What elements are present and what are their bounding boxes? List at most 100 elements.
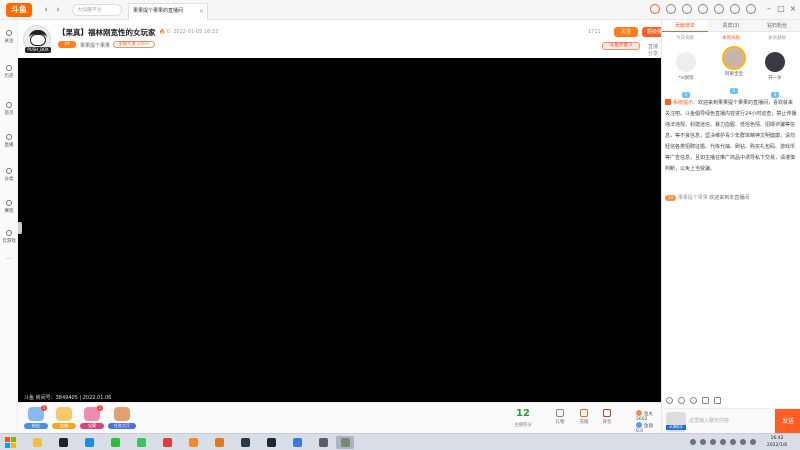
chat-input[interactable]: 这里输入聊天内容 (689, 414, 769, 428)
taskbar-app-app-active[interactable] (336, 436, 354, 449)
tab-close-icon[interactable]: × (199, 4, 204, 19)
user-level-pill: 14 (665, 195, 677, 201)
room-title: 【果真】福林刚宽性的女玩家 (58, 28, 156, 37)
backpack-label: 背包 (602, 420, 612, 425)
volume-icon[interactable] (740, 439, 746, 445)
taskbar-app-qq[interactable] (80, 436, 98, 449)
subtab-week[interactable]: 本周贡献 (708, 35, 754, 41)
fan-rank-1[interactable]: 阿果宝宝 2 (714, 48, 754, 96)
close-button[interactable]: × (788, 3, 798, 15)
fan-avatar (724, 48, 744, 68)
sidebar-item-schedule[interactable]: 赛程 (0, 200, 18, 214)
tray-app-icon[interactable] (710, 439, 716, 445)
download-icon[interactable] (666, 4, 676, 14)
video-watermark: 斗鱼 房间号：3849405 | 2022.01.06 (24, 395, 112, 401)
room-tag[interactable]: 主播大厦 100+ (113, 41, 155, 48)
taskbar-app-explorer[interactable] (28, 436, 46, 449)
app-icon (162, 438, 172, 447)
tab-diamond-fans[interactable]: 钻石粉丝 (754, 20, 800, 32)
subtab-total[interactable]: 总贡献榜 (754, 35, 800, 41)
tray-app-icon[interactable] (700, 439, 706, 445)
minimize-button[interactable]: – (764, 3, 774, 15)
maximize-button[interactable]: □ (776, 3, 786, 15)
back-button[interactable]: ‹ (40, 4, 52, 16)
sidebar-item-history[interactable]: 历史 (0, 65, 18, 79)
chat-message: 14 果果提个果果 欢迎来到本直播间 (665, 194, 797, 201)
chat-username[interactable]: 果果提个果果 (678, 195, 708, 201)
gift-icon (556, 409, 564, 417)
gift-item-chest[interactable]: 宝箱 (52, 407, 76, 429)
sidebar-label: 直播 (4, 143, 14, 148)
tab-contribution[interactable]: 贡献榜单 (662, 20, 708, 32)
user-icon[interactable] (698, 4, 708, 14)
gift-label: 宝箱 (52, 423, 76, 429)
assistant-avatar[interactable]: 水滴助手 (666, 412, 686, 432)
room-category[interactable]: 果果提个果果 (80, 42, 110, 49)
notification-badge: 5 (41, 405, 47, 411)
taskbar-app-netease[interactable] (158, 436, 176, 449)
gift-item-task-hall[interactable]: 任务大厅 (108, 407, 136, 429)
sidebar-item-follow[interactable]: 关注 (0, 30, 18, 44)
bell-icon[interactable] (650, 4, 660, 14)
sidebar-item-cloud-game[interactable]: 云游戏 (0, 230, 18, 244)
box-icon[interactable] (730, 4, 740, 14)
gift-button[interactable]: 礼物 (553, 409, 567, 425)
subtab-today[interactable]: 今日贡献 (662, 35, 708, 41)
yuwan-balance: 鱼丸 2602 (636, 410, 661, 422)
mail-icon[interactable] (682, 4, 692, 14)
sidebar-label: 云游戏 (2, 239, 16, 244)
sidebar-item-live[interactable]: 直播 (0, 134, 18, 148)
network-icon[interactable] (730, 439, 736, 445)
taskbar-app-steam[interactable] (262, 436, 280, 449)
search-input[interactable]: 大仙魔平台 (72, 4, 122, 16)
sidebar-item-category[interactable]: 分类 (0, 168, 18, 182)
taskbar-app-wechat[interactable] (106, 436, 124, 449)
send-button[interactable]: 发送 (775, 409, 800, 434)
follow-button[interactable]: 关注 (614, 27, 638, 37)
input-method-icon[interactable] (750, 439, 756, 445)
sidebar-label: 首页 (4, 111, 14, 116)
fan-rank-2[interactable]: *ni悦玩 1 (666, 52, 706, 100)
lock-icon[interactable] (714, 397, 721, 404)
video-player[interactable]: 斗鱼 房间号：3849405 | 2022.01.06 (18, 58, 661, 402)
fan-avatar (765, 52, 785, 72)
taskbar-app-app-orange2[interactable] (210, 436, 228, 449)
windows-logo-icon (11, 443, 16, 448)
fan-name: *ni悦玩 (678, 76, 694, 81)
tab-vip[interactable]: 贵宾(3) (708, 20, 754, 32)
fans-badge[interactable]: 斗鱼大使 2 (602, 42, 640, 50)
taskbar-app-app-green[interactable] (132, 436, 150, 449)
gift-item-treasure[interactable]: 宝藏 2 (80, 405, 104, 429)
title-bar: 斗鱼 ‹ › 大仙魔平台 果果提个果果的直播间 × – □ × (0, 0, 800, 20)
shield-icon[interactable] (702, 397, 709, 404)
color-danmu-icon[interactable] (678, 397, 685, 404)
emoji-icon[interactable] (666, 397, 673, 404)
taskbar-clock[interactable]: 16:42 2022/1/6 (760, 435, 794, 449)
share-link[interactable]: 直播分享 (648, 43, 661, 57)
sidebar-collapse-handle[interactable] (18, 222, 22, 234)
douyu-logo[interactable]: 斗鱼 (6, 3, 32, 17)
sidebar-more-icon[interactable]: ··· (0, 256, 18, 263)
forward-button[interactable]: › (52, 4, 64, 16)
taskbar-app-app-orange[interactable] (184, 436, 202, 449)
tab-live-room[interactable]: 果果提个果果的直播间 × (128, 3, 208, 20)
app-icon (240, 438, 250, 447)
fan-rank-3[interactable]: 开一岁 3 (755, 52, 795, 100)
recharge-button[interactable]: 充值 (577, 409, 591, 425)
backpack-button[interactable]: 背包 (600, 409, 614, 425)
settings-icon[interactable] (746, 4, 756, 14)
taskbar-app-app-g[interactable] (54, 436, 72, 449)
taskbar-app-game[interactable] (314, 436, 332, 449)
fan-level: 2 (729, 88, 739, 94)
taskbar-app-app-dark[interactable] (236, 436, 254, 449)
taskbar-app-app-blue[interactable] (288, 436, 306, 449)
windows-taskbar: 16:42 2022/1/6 (0, 433, 800, 450)
tray-app-icon[interactable] (720, 439, 726, 445)
start-button[interactable] (4, 436, 18, 449)
gift-item-fans[interactable]: 粉丝 5 (24, 405, 48, 429)
sidebar-item-home[interactable]: 首页 (0, 102, 18, 116)
history-icon[interactable] (714, 4, 724, 14)
clean-icon[interactable] (690, 397, 697, 404)
tray-arrow-icon[interactable] (690, 439, 696, 445)
app-icon (214, 438, 224, 447)
